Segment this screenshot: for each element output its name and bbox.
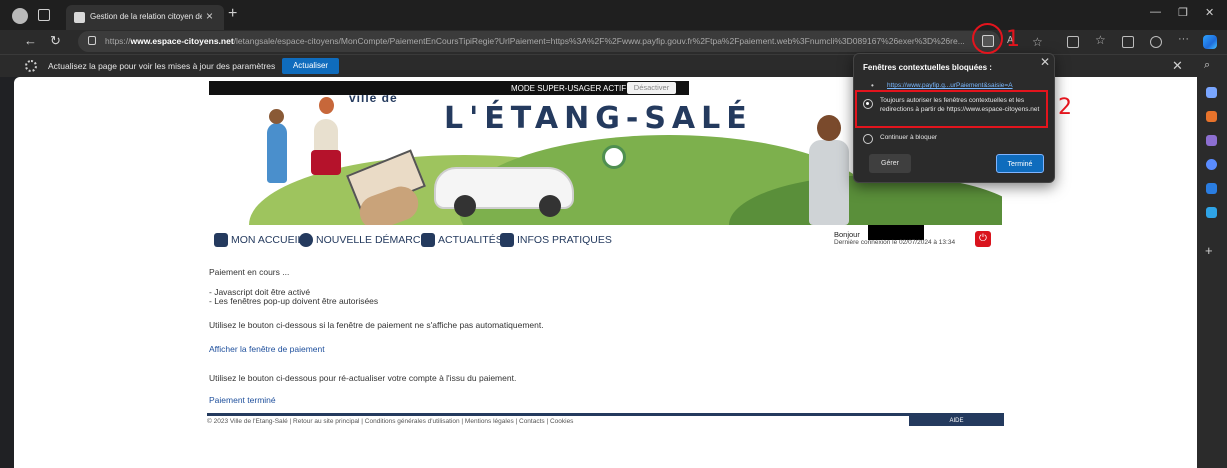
copilot-icon[interactable] (1203, 35, 1217, 49)
split-screen-icon[interactable] (1067, 36, 1079, 48)
new-tab-icon[interactable]: + (228, 5, 237, 23)
sidebar-add-icon[interactable]: + (1205, 243, 1216, 258)
sidebar-tools-icon[interactable] (1206, 111, 1217, 122)
tab-title: Gestion de la relation citoyen de (90, 12, 202, 21)
main-nav: MON ACCUEIL NOUVELLE DÉMARCHE ACTUALITÉS… (209, 225, 1002, 255)
profile-avatar-icon[interactable] (12, 8, 28, 24)
illustration-skirt (311, 150, 341, 175)
browser-essentials-icon[interactable] (1150, 36, 1162, 48)
blocked-popup-link[interactable]: https://www.payfip.g...urPaiement&saisie… (887, 82, 1013, 89)
info-bar-message: Actualisez la page pour voir les mises à… (48, 61, 276, 71)
sidebar-outlook-icon[interactable] (1206, 183, 1217, 194)
illustration-wheel (454, 195, 476, 217)
browser-window: Gestion de la relation citoyen de × + — … (0, 0, 1227, 468)
favorite-star-icon[interactable]: ☆ (1032, 35, 1044, 49)
close-window-icon[interactable]: ✕ (1205, 6, 1214, 19)
dialog-close-icon[interactable]: ✕ (1040, 55, 1050, 69)
last-login-text: Dernière connexion le 02/07/2024 à 13:34 (834, 239, 956, 246)
nav-label: MON ACCUEIL (231, 234, 304, 246)
instruction-refresh-account: Utilisez le bouton ci-dessous pour ré-ac… (209, 373, 517, 383)
radio-keep-blocking[interactable] (863, 134, 873, 144)
lock-icon[interactable] (88, 36, 96, 45)
greeting: Bonjour (834, 230, 860, 239)
search-icon[interactable]: ⌕ (1204, 59, 1210, 72)
nav-label: NOUVELLE DÉMARCHE (316, 234, 436, 246)
banner-title: L'ÉTANG-SALÉ (444, 101, 753, 136)
illustration-wheel (539, 195, 561, 217)
sidebar-copilot-icon[interactable] (1206, 159, 1217, 170)
illustration-person (809, 140, 849, 225)
site-favicon-icon (74, 12, 85, 23)
footer-links[interactable]: © 2023 Ville de l'Etang-Salé | Retour au… (207, 418, 573, 425)
tab-actions-icon[interactable] (38, 9, 50, 21)
annotation-number-1: 1 (1006, 27, 1020, 52)
logout-power-icon[interactable]: ⏻ (975, 231, 991, 247)
news-icon (421, 233, 435, 247)
annotation-number-2: 2 (1058, 95, 1072, 120)
sidebar-tag-icon[interactable] (1206, 87, 1217, 98)
deactivate-button[interactable]: Désactiver (627, 82, 676, 94)
dialog-title: Fenêtres contextuelles bloquées : (863, 63, 992, 72)
sidebar-games-icon[interactable] (1206, 135, 1217, 146)
annotation-circle (972, 23, 1003, 54)
more-options-icon[interactable]: ··· (1178, 33, 1190, 45)
bullet-icon: • (871, 81, 874, 90)
illustration-head (319, 97, 334, 114)
url-text[interactable]: https://www.espace-citoyens.net/letangsa… (105, 36, 977, 46)
nav-label: ACTUALITÉS (438, 234, 503, 246)
show-payment-window-link[interactable]: Afficher la fenêtre de paiement (209, 344, 325, 354)
illustration-head (269, 109, 284, 124)
sidebar-send-icon[interactable] (1206, 207, 1217, 218)
nav-label: INFOS PRATIQUES (517, 234, 612, 246)
option-keep-blocking-label[interactable]: Continuer à bloquer (880, 134, 1050, 143)
illustration-head (817, 115, 841, 141)
info-icon (500, 233, 514, 247)
home-icon (214, 233, 228, 247)
tab-bar: Gestion de la relation citoyen de × + — … (0, 0, 1227, 30)
restore-icon[interactable]: ❐ (1178, 6, 1188, 19)
footer-divider (207, 413, 1004, 416)
redacted-user-name (868, 225, 924, 240)
annotation-box (855, 90, 1048, 128)
payment-status: Paiement en cours ... (209, 267, 290, 277)
payment-done-link[interactable]: Paiement terminé (209, 395, 276, 405)
tab-close-icon[interactable]: × (206, 9, 213, 23)
refresh-icon[interactable]: ↻ (50, 33, 61, 49)
active-tab[interactable]: Gestion de la relation citoyen de × (66, 5, 224, 30)
illustration-person (267, 123, 287, 183)
banner-subtitle: ville de (349, 95, 398, 105)
instruction-open-payment: Utilisez le bouton ci-dessous si la fenê… (209, 320, 544, 330)
super-user-mode-label: MODE SUPER-USAGER ACTIF (511, 84, 627, 93)
back-icon[interactable]: ← (24, 33, 37, 48)
collections-icon[interactable] (1122, 36, 1134, 48)
info-bar-close-icon[interactable]: ✕ (1172, 58, 1183, 74)
gear-icon (25, 60, 37, 72)
manage-button[interactable]: Gérer (869, 154, 911, 173)
favorites-icon[interactable]: ☆ (1095, 33, 1107, 47)
address-toolbar: ← ↻ https://www.espace-citoyens.net/leta… (0, 30, 1227, 54)
new-request-icon (299, 233, 313, 247)
super-user-bar: MODE SUPER-USAGER ACTIF Désactiver (209, 81, 689, 95)
refresh-button[interactable]: Actualiser (282, 58, 339, 74)
help-button[interactable]: AIDE (909, 416, 1004, 426)
address-bar[interactable]: https://www.espace-citoyens.net/letangsa… (78, 31, 1043, 52)
requirement-popups: - Les fenêtres pop-up doivent être autor… (209, 296, 379, 306)
town-logo-icon (602, 145, 626, 169)
done-button[interactable]: Terminé (996, 154, 1044, 173)
edge-sidebar: + (1197, 77, 1227, 468)
minimize-icon[interactable]: — (1150, 6, 1161, 18)
